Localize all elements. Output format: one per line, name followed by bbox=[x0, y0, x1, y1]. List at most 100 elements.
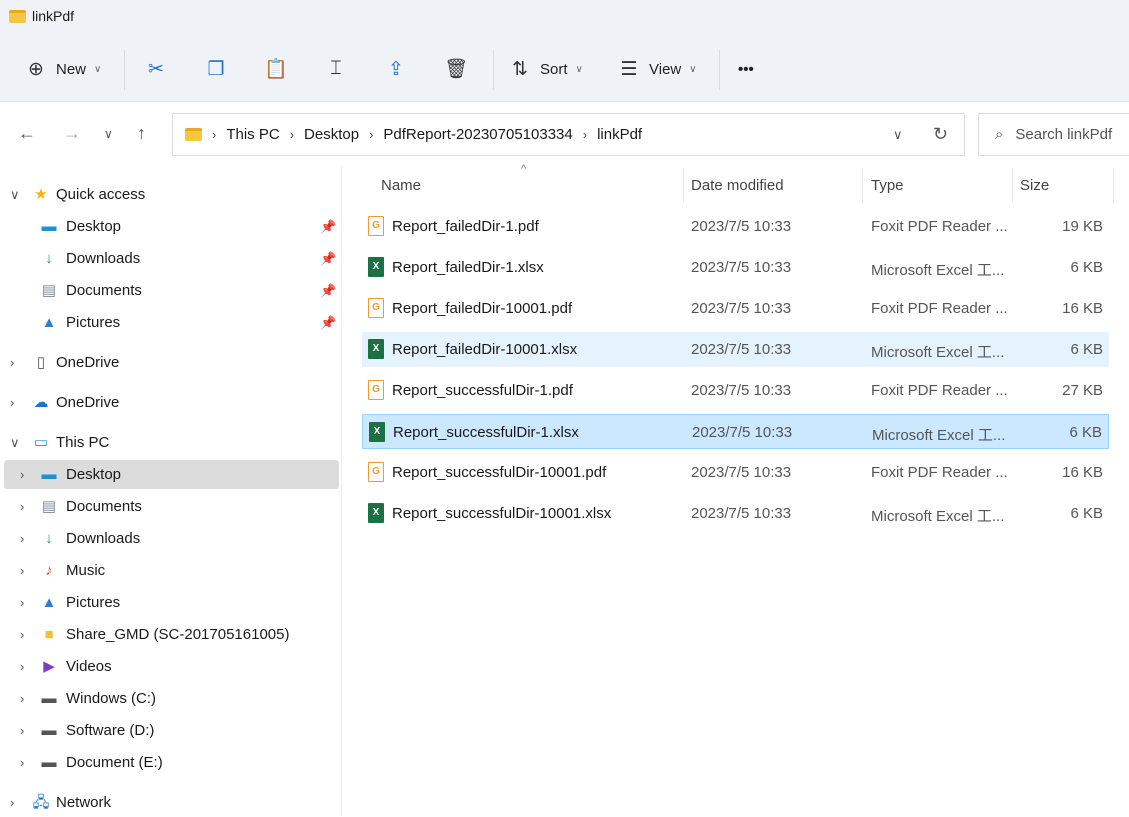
file-row[interactable]: X Report_failedDir-10001.xlsx 2023/7/5 1… bbox=[362, 332, 1109, 367]
back-arrow-icon[interactable]: ← bbox=[18, 123, 36, 144]
separator-icon: › bbox=[289, 127, 295, 142]
column-date-modified[interactable]: Date modified bbox=[691, 177, 784, 211]
command-bar: ⊕ New ∨ ✂ ❐ 📋 ⌶ ⇪ 🗑 ⇅ Sort ∨ ☰ View ∨ ••• bbox=[0, 48, 1129, 90]
chevron-right-icon[interactable]: › bbox=[20, 627, 24, 642]
sidebar-item[interactable]: ∨ ▭ This PC bbox=[4, 428, 339, 457]
sidebar-item[interactable]: ∨ ★ Quick access bbox=[4, 180, 339, 209]
sidebar-item[interactable]: › ■ Share_GMD (SC-201705161005) bbox=[4, 620, 339, 649]
chevron-right-icon[interactable]: › bbox=[20, 659, 24, 674]
delete-button[interactable]: 🗑 bbox=[444, 48, 468, 90]
file-date: 2023/7/5 10:33 bbox=[691, 300, 792, 317]
view-button[interactable]: ☰ View ∨ bbox=[617, 48, 696, 90]
sidebar-item[interactable]: › ▲ Pictures bbox=[4, 588, 339, 617]
sidebar-item[interactable]: › ▬ Software (D:) bbox=[4, 716, 339, 745]
network-icon: 🖧 bbox=[32, 793, 50, 811]
separator-icon: › bbox=[369, 127, 374, 142]
sidebar-item[interactable]: › ▯ OneDrive bbox=[4, 348, 339, 377]
column-name[interactable]: Name bbox=[381, 177, 421, 211]
window-title: linkPdf bbox=[32, 8, 75, 24]
divider[interactable] bbox=[683, 168, 684, 202]
sidebar-item[interactable]: ↓ Downloads 📌 bbox=[4, 244, 339, 273]
file-row[interactable]: G Report_failedDir-10001.pdf 2023/7/5 10… bbox=[362, 291, 1109, 326]
refresh-icon[interactable]: ↻ bbox=[933, 124, 948, 145]
copy-icon: ❐ bbox=[207, 58, 225, 80]
chevron-right-icon[interactable]: › bbox=[20, 595, 24, 610]
file-row[interactable]: G Report_failedDir-1.pdf 2023/7/5 10:33 … bbox=[362, 209, 1109, 244]
breadcrumb-pdfreport[interactable]: PdfReport-20230705103334 bbox=[383, 126, 572, 143]
breadcrumb-desktop[interactable]: Desktop bbox=[304, 126, 359, 143]
sidebar-item[interactable]: › ☁ OneDrive bbox=[4, 388, 339, 417]
chevron-right-icon[interactable]: › bbox=[20, 563, 24, 578]
chevron-right-icon[interactable]: › bbox=[10, 795, 14, 810]
recent-chevron-icon[interactable]: ∨ bbox=[104, 127, 113, 141]
file-row[interactable]: G Report_successfulDir-1.pdf 2023/7/5 10… bbox=[362, 373, 1109, 408]
sidebar-item[interactable]: › ▬ Document (E:) bbox=[4, 748, 339, 777]
paste-button[interactable]: 📋 bbox=[264, 48, 288, 90]
more-button[interactable]: ••• bbox=[738, 48, 754, 90]
rename-button[interactable]: ⌶ bbox=[324, 48, 348, 90]
file-name: Report_successfulDir-1.pdf bbox=[392, 382, 573, 399]
sidebar-item[interactable]: › ▤ Documents bbox=[4, 492, 339, 521]
sidebar-item-label: Desktop bbox=[66, 218, 122, 235]
chevron-right-icon[interactable]: › bbox=[20, 499, 24, 514]
music-icon: ♪ bbox=[45, 561, 53, 579]
chevron-right-icon[interactable]: › bbox=[20, 467, 24, 482]
breadcrumb-linkpdf[interactable]: linkPdf bbox=[597, 126, 642, 143]
chevron-right-icon[interactable]: › bbox=[20, 755, 24, 770]
file-row[interactable]: G Report_successfulDir-10001.pdf 2023/7/… bbox=[362, 455, 1109, 490]
cut-button[interactable]: ✂ bbox=[144, 48, 168, 90]
desktop-icon: ▬ bbox=[41, 217, 57, 235]
breadcrumb-this-pc[interactable]: This PC bbox=[226, 126, 279, 143]
sidebar-item[interactable]: ▬ Desktop 📌 bbox=[4, 212, 339, 241]
pictures-icon: ▲ bbox=[41, 313, 57, 331]
sidebar-item[interactable]: › ▬ Desktop bbox=[4, 460, 339, 489]
share-button[interactable]: ⇪ bbox=[384, 48, 408, 90]
history-chevron-icon[interactable]: ∨ bbox=[893, 127, 903, 143]
paste-icon: 📋 bbox=[264, 59, 288, 80]
chevron-down-icon[interactable]: ∨ bbox=[10, 435, 20, 451]
sidebar-item[interactable]: › ▬ Windows (C:) bbox=[4, 684, 339, 713]
chevron-right-icon[interactable]: › bbox=[10, 395, 14, 410]
sidebar-item[interactable]: › ↓ Downloads bbox=[4, 524, 339, 553]
sort-label: Sort bbox=[540, 60, 568, 78]
file-row[interactable]: X Report_failedDir-1.xlsx 2023/7/5 10:33… bbox=[362, 250, 1109, 285]
sidebar-item[interactable]: › ▶ Videos bbox=[4, 652, 339, 681]
sidebar-item-label: This PC bbox=[56, 434, 110, 451]
divider[interactable] bbox=[1113, 168, 1114, 202]
divider[interactable] bbox=[862, 168, 863, 202]
file-name: Report_successfulDir-10001.pdf bbox=[392, 464, 607, 481]
column-size[interactable]: Size bbox=[1020, 177, 1049, 211]
sidebar-item[interactable]: ▲ Pictures 📌 bbox=[4, 308, 339, 337]
pin-icon: 📌 bbox=[320, 218, 337, 234]
navigation-bar: ← → ∨ ↑ › This PC › Desktop › PdfReport-202… bbox=[0, 113, 1129, 157]
copy-button[interactable]: ❐ bbox=[204, 48, 228, 90]
documents-icon: ▤ bbox=[41, 281, 57, 299]
chevron-right-icon[interactable]: › bbox=[20, 691, 24, 706]
divider bbox=[493, 50, 494, 90]
new-button[interactable]: ⊕ New ∨ bbox=[24, 48, 101, 90]
file-size: 16 KB bbox=[1062, 300, 1103, 317]
sidebar-item[interactable]: › 🖧 Network bbox=[4, 788, 339, 817]
up-arrow-icon[interactable]: ↑ bbox=[137, 123, 146, 144]
chevron-down-icon[interactable]: ∨ bbox=[10, 187, 20, 203]
address-bar[interactable]: › This PC › Desktop › PdfReport-20230705103… bbox=[172, 113, 965, 156]
file-row[interactable]: X Report_successfulDir-10001.xlsx 2023/7… bbox=[362, 496, 1109, 531]
pdf-file-icon: G bbox=[368, 462, 384, 482]
sidebar-item[interactable]: ▤ Documents 📌 bbox=[4, 276, 339, 305]
sidebar-item-label: Windows (C:) bbox=[66, 690, 157, 707]
divider[interactable] bbox=[1012, 168, 1013, 202]
chevron-down-icon: ∨ bbox=[575, 63, 583, 75]
chevron-right-icon[interactable]: › bbox=[20, 531, 24, 546]
file-type: Foxit PDF Reader ... bbox=[871, 218, 1008, 235]
sidebar-item[interactable]: › ♪ Music bbox=[4, 556, 339, 585]
chevron-right-icon[interactable]: › bbox=[10, 355, 14, 370]
sidebar-item-label: Share_GMD (SC-201705161005) bbox=[66, 626, 290, 643]
file-row[interactable]: X Report_successfulDir-1.xlsx 2023/7/5 1… bbox=[362, 414, 1109, 449]
column-type[interactable]: Type bbox=[871, 177, 904, 211]
file-size: 6 KB bbox=[1069, 424, 1102, 441]
forward-arrow-icon[interactable]: → bbox=[63, 123, 81, 144]
chevron-right-icon[interactable]: › bbox=[20, 723, 24, 738]
folder-icon bbox=[9, 9, 26, 23]
search-input[interactable]: ⌕ Search linkPdf bbox=[978, 113, 1129, 156]
sort-button[interactable]: ⇅ Sort ∨ bbox=[508, 48, 583, 90]
